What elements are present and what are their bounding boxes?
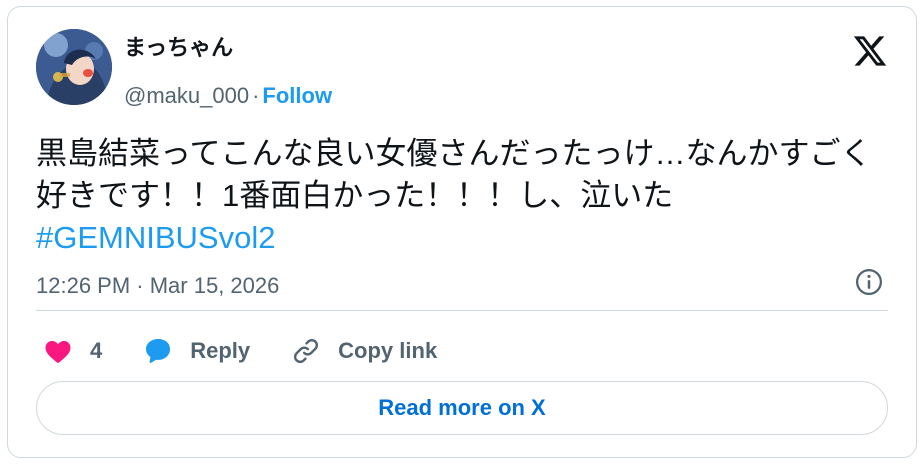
copy-link-label: Copy link — [338, 338, 438, 363]
speech-bubble-icon — [142, 335, 174, 367]
read-more-button[interactable]: Read more on X — [36, 381, 888, 435]
tweet-timestamp[interactable]: 12:26 PM · Mar 15, 2026 — [36, 275, 279, 297]
reply-label: Reply — [190, 338, 251, 363]
tweet-card: まっちゃん @maku_000 · Follow 黒島結菜ってこんな良い女優さんだっ… — [7, 6, 917, 458]
tweet-text: 黒島結菜ってこんな良い女優さんだったっけ…なんかすごく好きです！！1番面白かった… — [36, 136, 872, 213]
display-name[interactable]: まっちゃん — [124, 37, 233, 59]
hashtag-link[interactable]: #GEMNIBUSvol2 — [36, 220, 275, 255]
tweet-body: 黒島結菜ってこんな良い女優さんだったっけ…なんかすごく好きです！！1番面白かった… — [36, 133, 896, 259]
copy-link-button[interactable]: Copy link — [290, 335, 437, 367]
divider — [36, 310, 888, 311]
handle-row: @maku_000 · Follow — [124, 85, 332, 107]
follow-button[interactable]: Follow — [262, 83, 332, 108]
action-bar: 4 Reply Copy link — [42, 329, 477, 373]
like-button[interactable]: 4 — [42, 335, 102, 367]
user-handle[interactable]: @maku_000 — [124, 83, 249, 108]
avatar[interactable] — [36, 29, 112, 105]
like-count: 4 — [90, 338, 103, 363]
reply-button[interactable]: Reply — [142, 335, 250, 367]
separator-dot: · — [252, 83, 260, 108]
x-logo-icon[interactable] — [852, 33, 888, 69]
link-icon — [290, 335, 322, 367]
info-icon[interactable] — [854, 267, 884, 297]
avatar-image — [36, 29, 112, 105]
heart-icon — [42, 335, 74, 367]
